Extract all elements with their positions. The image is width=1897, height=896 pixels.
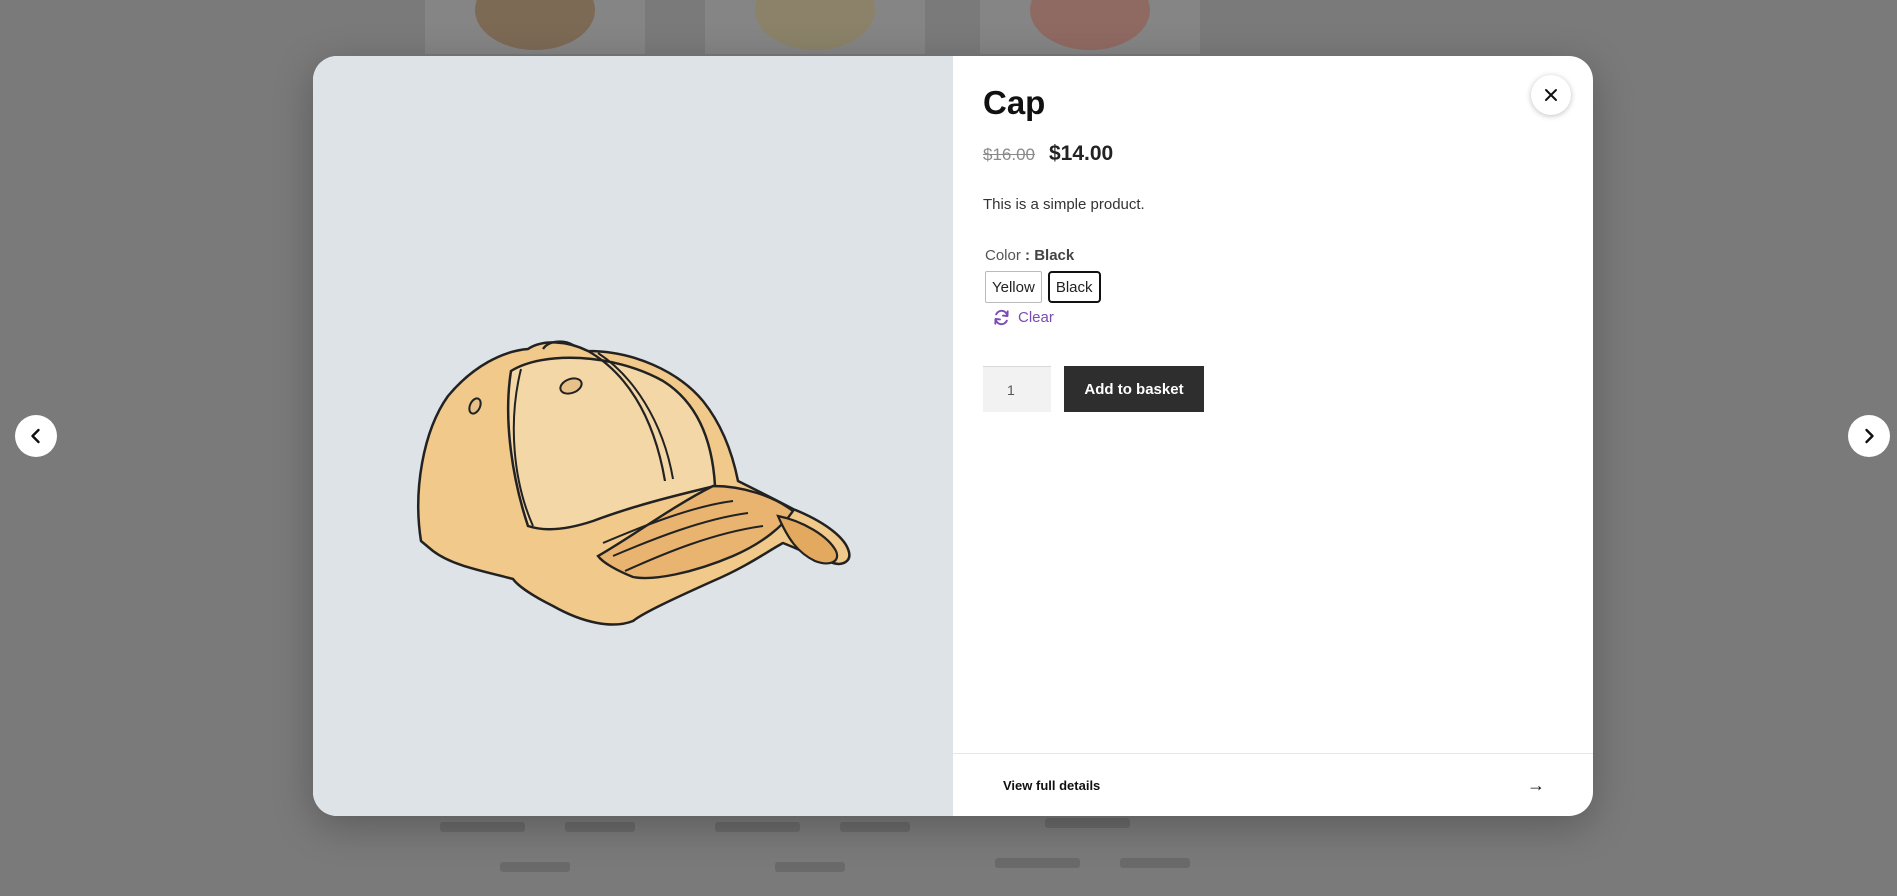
background-text [500,862,570,872]
view-full-details-label: View full details [1003,777,1101,793]
color-attribute-label: Color : Black [985,247,1074,264]
background-text [840,822,910,832]
clear-selection-link[interactable]: Clear [993,309,1054,326]
attribute-name: Color [985,247,1021,264]
swatch-black[interactable]: Black [1047,271,1101,303]
cap-product-image [417,340,851,626]
arrow-right-icon: → [1527,774,1545,795]
regular-price: $16.00 [983,145,1035,164]
background-text [715,822,800,832]
next-product-button[interactable] [1848,415,1890,457]
chevron-left-icon [31,428,40,444]
background-text [1045,818,1130,828]
product-image-panel [313,56,953,816]
clear-label: Clear [1018,309,1054,326]
background-text [440,822,525,832]
background-text [565,822,635,832]
previous-product-button[interactable] [15,415,57,457]
product-description: This is a simple product. [983,196,1145,213]
attribute-separator: : [1020,247,1035,264]
background-text [1120,858,1190,868]
quick-view-modal: Cap $16.00 $14.00 This is a simple produ… [313,56,1593,816]
background-text [995,858,1080,868]
quantity-input[interactable] [983,366,1051,412]
chevron-right-icon [1865,428,1874,444]
attribute-selected-value: Black [1034,247,1075,264]
product-title: Cap [983,84,1046,121]
add-to-basket-button[interactable]: Add to basket [1064,366,1204,412]
swatch-yellow[interactable]: Yellow [985,271,1042,303]
view-full-details-link[interactable]: View full details → [953,753,1593,816]
background-product-thumb [980,0,1200,54]
product-price: $16.00 $14.00 [983,142,1113,166]
close-icon [1545,89,1557,101]
product-summary-panel: Cap $16.00 $14.00 This is a simple produ… [953,56,1593,816]
refresh-icon [994,309,1009,326]
background-text [775,862,845,872]
sale-price: $14.00 [1049,142,1114,165]
background-product-thumb [425,0,645,54]
close-modal-button[interactable] [1531,75,1571,115]
color-swatches: Yellow Black [985,271,1101,303]
background-product-thumb [705,0,925,54]
